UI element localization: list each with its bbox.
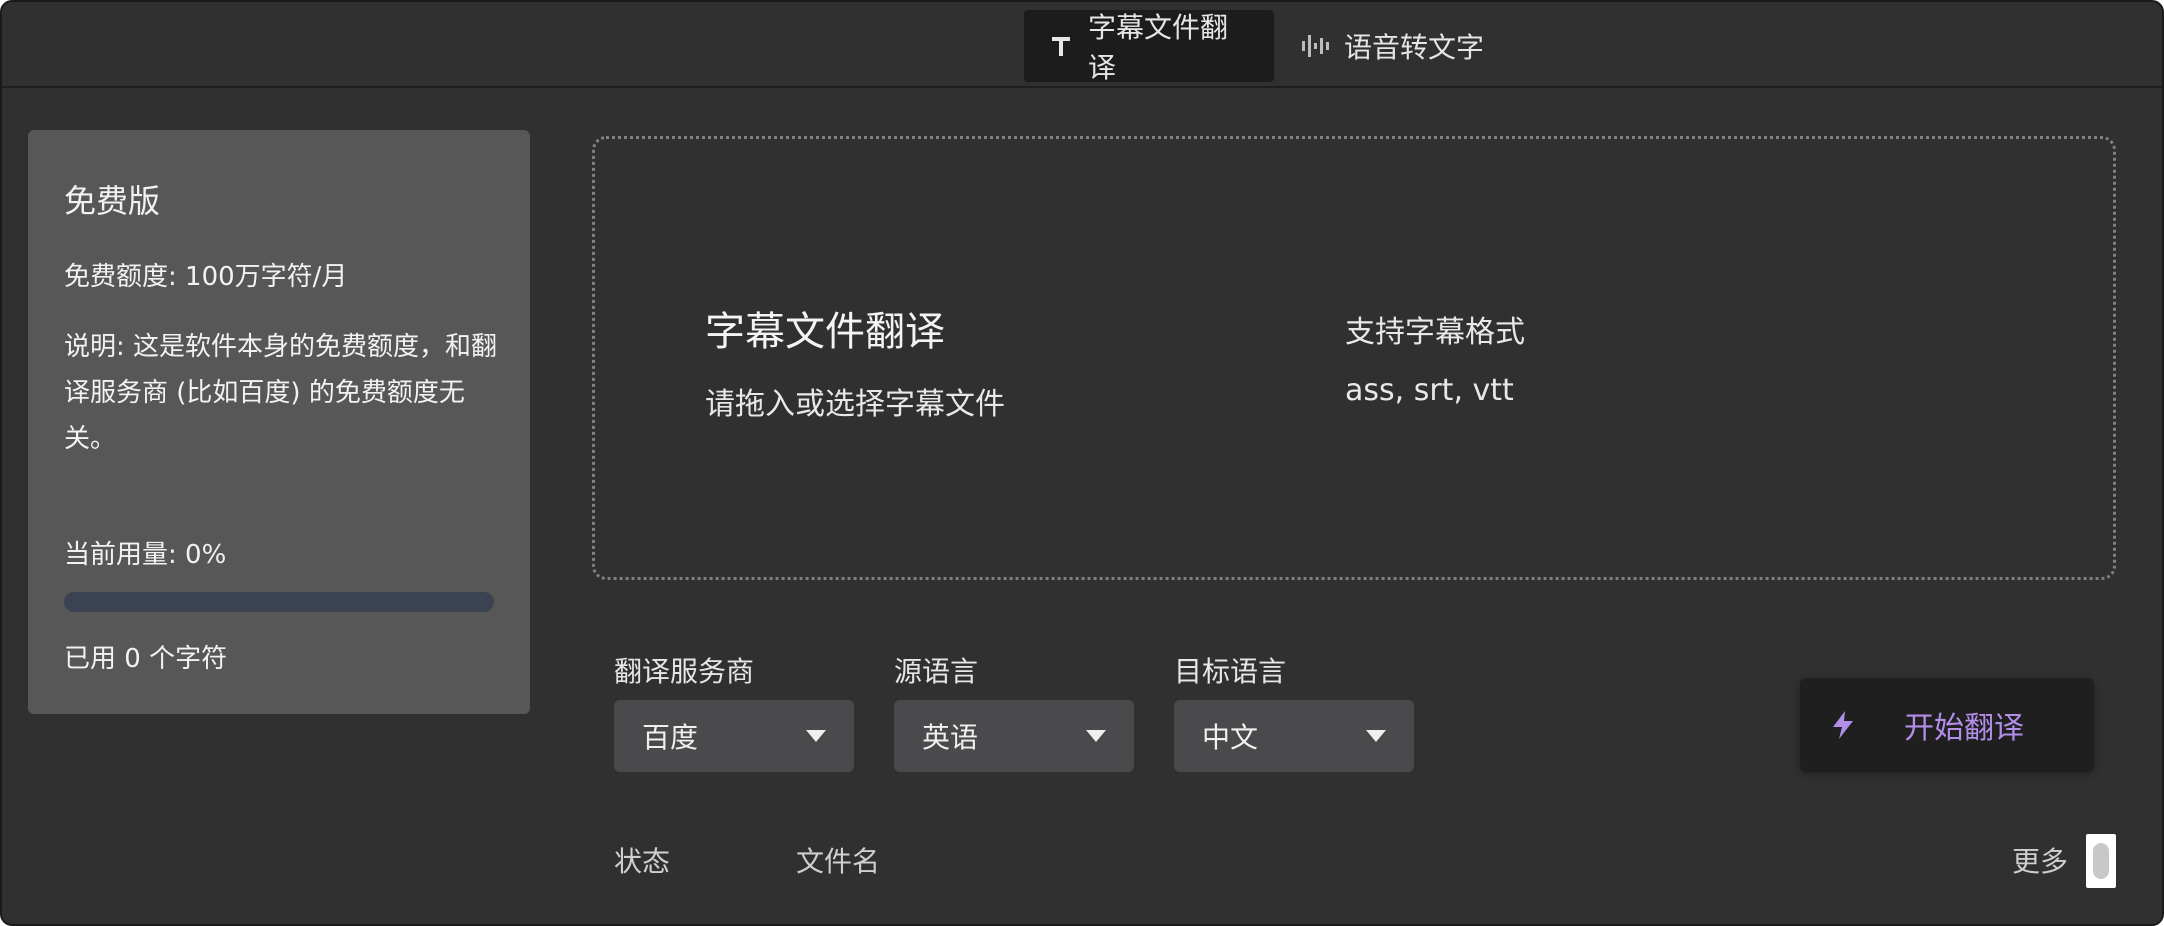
target-language-value: 中文 — [1202, 721, 1259, 754]
source-language-label: 源语言 — [894, 655, 979, 688]
tab-speech-to-text[interactable]: 语音转文字 — [1276, 10, 1536, 82]
plan-note: 说明: 这是软件本身的免费额度，和翻译服务商 (比如百度) 的免费额度无关。 — [64, 332, 498, 454]
provider-label: 翻译服务商 — [614, 655, 755, 688]
source-language-select[interactable]: 英语 — [894, 700, 1134, 772]
plan-card: 免费版 免费额度: 100万字符/月 说明: 这是软件本身的免费额度，和翻译服务… — [28, 130, 530, 714]
toggle-knob — [2093, 843, 2109, 879]
column-status: 状态 — [614, 845, 671, 878]
column-filename: 文件名 — [796, 845, 881, 878]
dropzone-hint: 请拖入或选择字幕文件 — [705, 387, 1005, 422]
tab-speech-label: 语音转文字 — [1344, 31, 1485, 64]
more-toggle[interactable] — [2086, 834, 2116, 888]
provider-select[interactable]: 百度 — [614, 700, 854, 772]
target-language-label: 目标语言 — [1174, 655, 1287, 688]
supported-formats-label: 支持字幕格式 — [1345, 315, 1525, 350]
source-language-value: 英语 — [922, 721, 979, 754]
plan-usage: 当前用量: 0% — [64, 540, 227, 570]
tab-subtitle-translation[interactable]: 字幕文件翻译 — [1024, 10, 1274, 84]
file-dropzone[interactable]: 字幕文件翻译 请拖入或选择字幕文件 支持字幕格式 ass, srt, vtt — [592, 136, 2116, 580]
target-language-select[interactable]: 中文 — [1174, 700, 1414, 772]
usage-progress-bar — [64, 592, 494, 612]
plan-quota: 免费额度: 100万字符/月 — [64, 262, 348, 292]
tab-subtitle-label: 字幕文件翻译 — [1088, 11, 1229, 84]
caret-down-icon — [1086, 730, 1106, 742]
more-label: 更多 — [2012, 845, 2069, 878]
provider-value: 百度 — [642, 721, 699, 754]
waveform-icon — [1300, 31, 1330, 61]
text-t-icon — [1048, 33, 1074, 59]
supported-formats: ass, srt, vtt — [1345, 373, 1514, 408]
caret-down-icon — [1366, 730, 1386, 742]
start-translation-button[interactable]: 开始翻译 — [1800, 678, 2094, 772]
dropzone-title: 字幕文件翻译 — [705, 309, 945, 355]
top-tab-bar: 字幕文件翻译 语音转文字 — [2, 2, 2162, 88]
caret-down-icon — [806, 730, 826, 742]
app-window: 字幕文件翻译 语音转文字 免费版 免费额度: 100万字符/月 说明: 这是软件… — [0, 0, 2164, 926]
start-translation-label: 开始翻译 — [1904, 711, 2024, 746]
lightning-icon — [1830, 710, 1856, 740]
plan-title: 免费版 — [64, 182, 161, 220]
plan-used-chars: 已用 0 个字符 — [64, 644, 228, 674]
